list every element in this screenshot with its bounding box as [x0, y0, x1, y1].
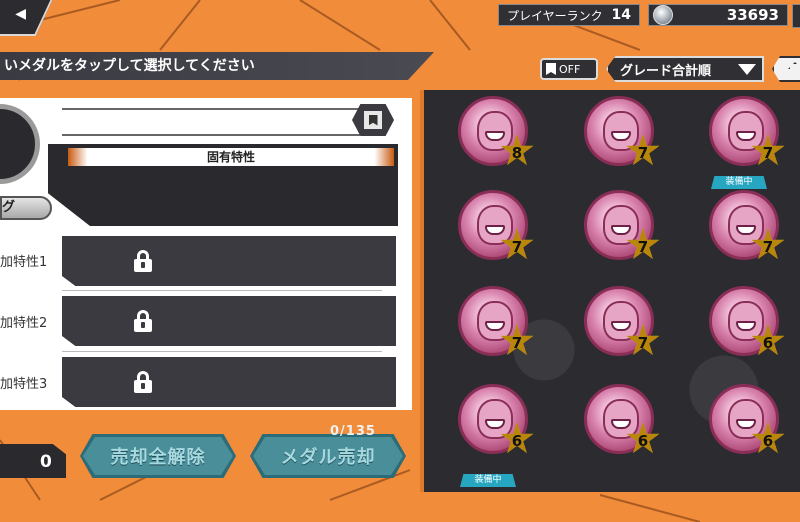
sell-capacity-counter: 0/135: [330, 424, 376, 439]
bookmark-icon: [546, 63, 556, 75]
medal-card[interactable]: 7: [458, 190, 534, 260]
sort-dropdown[interactable]: グレード合計順: [606, 56, 764, 82]
top-right-widget[interactable]: [792, 4, 800, 28]
medal-grade: 7: [762, 238, 774, 256]
bookmark-icon: [368, 114, 378, 126]
sell-medals-label: メダル売却: [280, 447, 376, 468]
tag-button[interactable]: グ: [0, 196, 52, 220]
chevron-down-icon: [738, 63, 756, 75]
medal-name-bar: [62, 108, 360, 136]
medal-card[interactable]: 7: [709, 96, 785, 166]
extra-trait-slot-2[interactable]: [62, 296, 396, 346]
medal-grade: 7: [511, 334, 523, 352]
player-rank-display: プレイヤーランク 14: [498, 4, 640, 26]
medal-card[interactable]: 7: [584, 286, 660, 356]
medal-grade: 7: [511, 238, 523, 256]
medal-grade: 7: [637, 238, 649, 256]
player-rank-value: 14: [611, 7, 631, 23]
coin-icon: [653, 5, 673, 25]
medal-grid: 8 7 7 7 7 7 装備中 7 7 6 6 6 6 装備中: [424, 90, 800, 492]
medal-card[interactable]: 7: [584, 190, 660, 260]
medal-card[interactable]: 8: [458, 96, 534, 166]
favorite-filter-toggle[interactable]: OFF: [540, 58, 598, 80]
player-rank-label: プレイヤーランク: [507, 8, 603, 23]
extra-trait-label-3: 加特性3: [0, 377, 48, 392]
medal-card[interactable]: 6: [709, 286, 785, 356]
equipped-badge: 装備中: [711, 176, 767, 189]
coin-display: 33693: [648, 4, 788, 26]
sort-label: グレード合計順: [620, 63, 712, 79]
lock-icon: [132, 310, 154, 332]
medal-grade: 6: [511, 432, 523, 450]
divider: [62, 290, 382, 291]
medal-grade: 7: [762, 144, 774, 162]
lock-icon: [132, 250, 154, 272]
extra-trait-slot-3[interactable]: [62, 357, 396, 407]
lock-icon: [132, 371, 154, 393]
equipped-badge: 装備中: [460, 474, 516, 487]
extra-trait-label-2: 加特性2: [0, 316, 48, 331]
medal-card[interactable]: 7: [458, 286, 534, 356]
medal-grade: 7: [637, 334, 649, 352]
instruction-banner: いメダルをタップして選択してください: [0, 52, 434, 80]
medal-grade: 7: [637, 144, 649, 162]
coin-amount: 33693: [726, 6, 779, 24]
selected-count: 0: [40, 452, 52, 472]
extra-trait-label-1: 加特性1: [0, 255, 48, 270]
sell-medals-button[interactable]: メダル売却: [250, 434, 406, 478]
back-arrow-icon: ◀: [15, 6, 27, 22]
favorite-filter-label: OFF: [559, 62, 581, 76]
medal-grade: 8: [511, 144, 523, 162]
medal-grade: 6: [637, 432, 649, 450]
medal-card[interactable]: 7: [584, 96, 660, 166]
favorite-button[interactable]: [352, 104, 394, 136]
medal-grade: 6: [762, 334, 774, 352]
medal-card[interactable]: 6: [458, 384, 534, 454]
extra-trait-slot-1[interactable]: [62, 236, 396, 286]
clear-all-sell-button[interactable]: 売却全解除: [80, 434, 236, 478]
medal-grade: 6: [762, 432, 774, 450]
clear-all-sell-label: 売却全解除: [110, 447, 206, 468]
innate-trait-header: 固有特性: [68, 148, 394, 166]
divider: [62, 351, 382, 352]
medal-card[interactable]: 7: [709, 190, 785, 260]
selected-count-box: [0, 444, 66, 478]
arrow-up-icon: [788, 62, 800, 76]
medal-card[interactable]: 6: [584, 384, 660, 454]
medal-card[interactable]: 6: [709, 384, 785, 454]
